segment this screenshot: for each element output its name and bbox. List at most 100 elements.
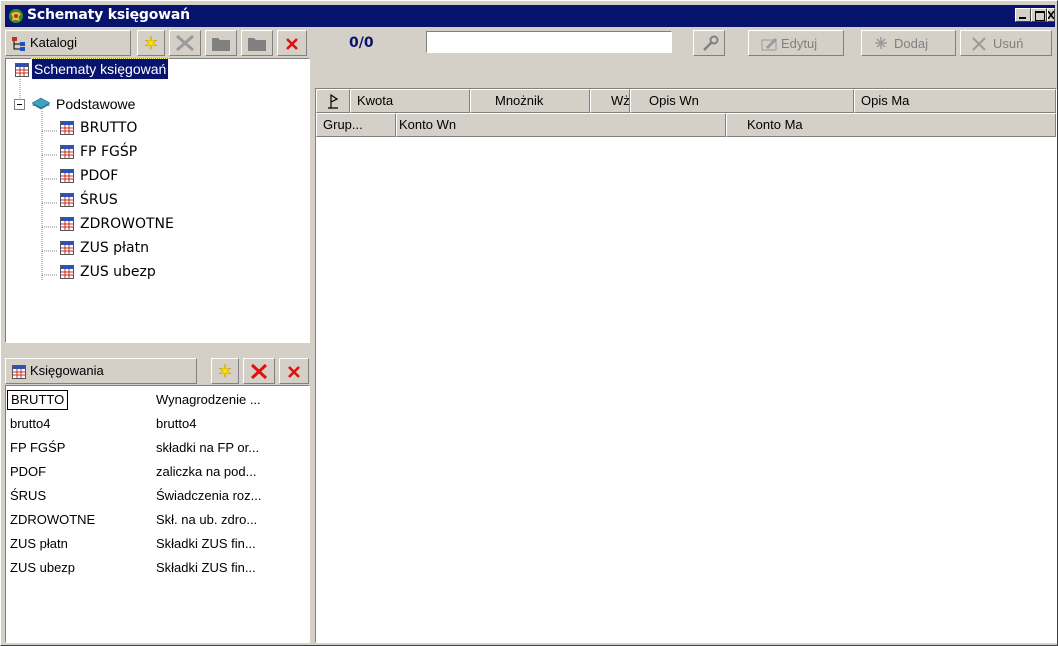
edit-button[interactable]: Edytuj [748, 30, 844, 56]
tree-item[interactable]: BRUTTO [80, 117, 137, 139]
posting-code: ŚRUS [10, 488, 47, 503]
header-konto-wn[interactable]: Konto Wn [396, 113, 726, 137]
maximize-button[interactable] [1031, 8, 1047, 22]
schema-grid-icon [60, 121, 74, 135]
posting-description: Wynagrodzenie ... [156, 392, 261, 407]
posting-code: ZUS ubezp [10, 560, 76, 575]
maximize-icon [1035, 11, 1045, 21]
delete-label: Usuń [993, 36, 1024, 51]
list-item[interactable]: ZDROWOTNE Skł. na ub. zdro... [6, 508, 296, 532]
cut-catalog-button[interactable] [169, 30, 201, 56]
header-kwota[interactable]: Kwota [350, 89, 470, 113]
posting-code: FP FGŚP [10, 440, 66, 455]
folder-button-2[interactable] [241, 30, 273, 56]
delete-cross-icon [972, 37, 986, 51]
search-input[interactable] [426, 31, 672, 53]
main-window: Schematy księgowań Katalogi Schematy ksi… [0, 0, 1058, 646]
header-wz[interactable]: Wż [590, 89, 630, 113]
header-mnoznik[interactable]: Mnożnik [470, 89, 590, 113]
close-window-button[interactable] [1047, 8, 1055, 22]
header-opis-wn[interactable]: Opis Wn [630, 89, 854, 113]
title-bar[interactable]: Schematy księgowań [5, 5, 1055, 27]
edit-label: Edytuj [781, 36, 818, 51]
folder-icon [212, 38, 230, 51]
header-opis-ma[interactable]: Opis Ma [854, 89, 1056, 113]
list-item[interactable]: ZUS ubezp Składki ZUS fin... [6, 556, 296, 580]
grid-icon [12, 365, 26, 379]
add-button[interactable]: Dodaj [861, 30, 956, 56]
minus-icon [17, 104, 22, 105]
cross-icon [250, 363, 268, 380]
delete-x-icon [288, 366, 300, 378]
schema-grid-icon [60, 265, 74, 279]
list-item[interactable]: BRUTTO Wynagrodzenie ... [6, 388, 296, 412]
add-star-icon [875, 37, 887, 49]
tree-item[interactable]: PDOF [80, 165, 118, 187]
list-item[interactable]: ZUS płatn Składki ZUS fin... [6, 532, 296, 556]
schema-grid-icon [60, 169, 74, 183]
new-star-icon [218, 363, 232, 379]
posting-description: zaliczka na pod... [156, 464, 257, 479]
catalog-label: Katalogi [30, 35, 77, 50]
catalog-label-panel: Katalogi [5, 30, 131, 56]
postings-list: BRUTTO Wynagrodzenie ... brutto4 brutto4 FP … [5, 385, 310, 643]
header-konto-ma[interactable]: Konto Ma [726, 113, 1056, 137]
new-posting-button[interactable] [211, 358, 239, 384]
schema-grid-icon [60, 241, 74, 255]
postings-label-panel: Księgowania [5, 358, 197, 384]
posting-description: brutto4 [156, 416, 197, 431]
list-item[interactable]: brutto4 brutto4 [6, 412, 296, 436]
minimize-icon [1019, 17, 1026, 19]
tree-item[interactable]: ŚRUS [80, 189, 118, 211]
tree-item[interactable]: FP FGŚP [80, 141, 137, 163]
posting-code: PDOF [10, 464, 47, 479]
tree-item[interactable]: ZDROWOTNE [80, 213, 174, 235]
posting-description: Składki ZUS fin... [156, 560, 256, 575]
delete-catalog-button[interactable] [277, 30, 307, 56]
posting-description: Świadczenia roz... [156, 488, 262, 503]
list-item[interactable]: ŚRUS Świadczenia roz... [6, 484, 296, 508]
schema-grid-icon [60, 193, 74, 207]
list-item[interactable]: FP FGŚP składki na FP or... [6, 436, 296, 460]
window-title: Schematy księgowań [27, 7, 190, 23]
tree-group-podstawowe[interactable]: Podstawowe [56, 93, 135, 115]
folder-icon [248, 38, 266, 51]
delete-button[interactable]: Usuń [960, 30, 1052, 56]
minimize-button[interactable] [1015, 8, 1031, 22]
schema-grid-icon [60, 145, 74, 159]
record-counter: 0/0 [349, 35, 374, 51]
posting-code: ZUS płatn [10, 536, 68, 551]
posting-code: BRUTTO [7, 390, 69, 410]
right-toolbar: 0/0 Edytuj Dodaj Usuń [315, 30, 1055, 58]
cut-posting-button[interactable] [243, 358, 275, 384]
delete-x-icon [286, 38, 298, 50]
books-icon [31, 97, 51, 111]
data-grid: Kwota Mnożnik Wż Opis Wn Opis Ma Grup...… [315, 88, 1057, 643]
header-grupa[interactable]: Grup... [316, 113, 396, 137]
edit-icon [761, 38, 777, 51]
column-icon-header[interactable] [316, 89, 350, 113]
new-star-icon [144, 35, 158, 51]
add-label: Dodaj [894, 36, 928, 51]
folder-button-1[interactable] [205, 30, 237, 56]
delete-posting-button[interactable] [279, 358, 309, 384]
posting-description: składki na FP or... [156, 440, 260, 455]
posting-code: brutto4 [10, 416, 51, 431]
new-catalog-button[interactable] [137, 30, 165, 56]
sort-icon [328, 93, 339, 109]
collapse-toggle[interactable] [14, 99, 25, 110]
close-icon [1048, 11, 1054, 19]
catalog-tree: Schematy księgowań Podstawowe BRUTTO FP F… [5, 58, 310, 343]
tree-item[interactable]: ZUS płatn [80, 237, 149, 259]
posting-description: Skł. na ub. zdro... [156, 512, 258, 527]
posting-code: ZDROWOTNE [10, 512, 96, 527]
list-item[interactable]: PDOF zaliczka na pod... [6, 460, 296, 484]
grid-header-row2: Grup... Konto Wn Konto Ma [316, 113, 1056, 137]
tree-item[interactable]: ZUS ubezp [80, 261, 156, 283]
wrench-button[interactable] [693, 30, 725, 56]
tree-icon [12, 37, 25, 51]
schema-grid-icon [60, 217, 74, 231]
wrench-icon [703, 35, 719, 51]
grid-header-row1: Kwota Mnożnik Wż Opis Wn Opis Ma [316, 89, 1056, 113]
posting-description: Składki ZUS fin... [156, 536, 256, 551]
